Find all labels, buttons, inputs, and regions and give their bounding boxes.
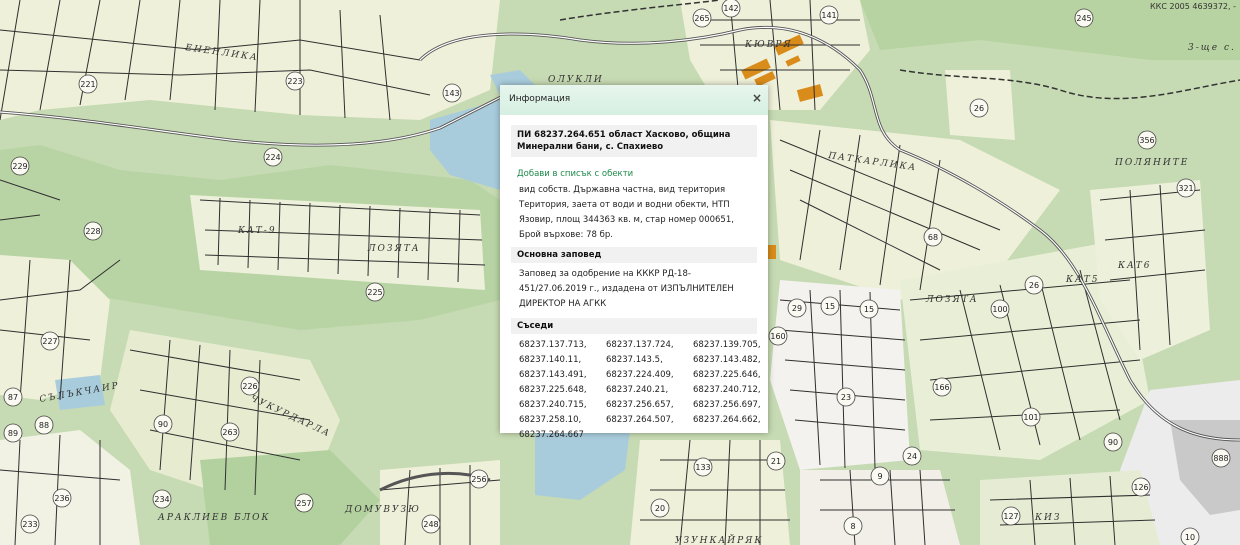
parcel-number: 166 (934, 383, 949, 392)
parcel-number: 23 (841, 393, 851, 402)
parcel-description: вид собств. Държавна частна, вид територ… (519, 185, 734, 240)
parcel-number: 265 (694, 14, 709, 23)
parcel-number: 226 (242, 382, 257, 391)
parcel-number: 90 (158, 420, 168, 429)
neighbor-parcel-id: 68237.143.482, (693, 355, 761, 365)
popup-title: Информация (509, 94, 571, 104)
parcel-number: 223 (287, 77, 302, 86)
locality-label: КАТ-9 (237, 226, 277, 236)
parcel-number: 88 (39, 421, 49, 430)
parcel-number: 225 (367, 288, 382, 297)
parcel-number: 248 (423, 520, 438, 529)
locality-label: ПОЛЯНИТЕ (1114, 158, 1189, 168)
neighbor-parcel-id: 68237.256.697, (693, 400, 761, 410)
parcel-number: 89 (8, 429, 18, 438)
parcel-number: 8 (850, 522, 855, 531)
neighbor-parcel-id: 68237.137.724, (606, 340, 674, 350)
locality-label: ЛОЗЯТА (925, 295, 979, 305)
neighbor-parcel-id: 68237.140.11, (519, 355, 582, 365)
neighbor-parcel-id: 68237.143.491, (519, 370, 587, 380)
neighbor-parcel-id: 68237.224.409, (606, 370, 674, 380)
parcel-number: 245 (1076, 14, 1091, 23)
parcel-number: 888 (1213, 454, 1228, 463)
parcel-number: 29 (792, 304, 802, 313)
parcel-number: 26 (1029, 281, 1039, 290)
parcel-number: 15 (825, 302, 835, 311)
locality-label: ДОМУВУЗЮ (344, 505, 421, 515)
neighbor-parcel-id: 68237.240.21, (606, 385, 669, 395)
neighbor-parcel-id: 68237.240.715, (519, 400, 587, 410)
parcel-number: 133 (695, 463, 710, 472)
parcel-number: 87 (8, 393, 18, 402)
locality-label: 3-ще с. СПАХ (1188, 43, 1240, 53)
neighbors-heading: Съседи (511, 318, 757, 334)
neighbor-parcel-id: 68237.137.713, (519, 340, 587, 350)
info-popup: Информация × ПИ 68237.264.651 област Хас… (500, 85, 768, 440)
order-heading: Основна заповед (511, 247, 757, 263)
neighbor-parcel-id: 68237.264.667 (519, 430, 584, 440)
parcel-number: 221 (80, 80, 95, 89)
parcel-number: 15 (864, 305, 874, 314)
parcel-number: 141 (821, 11, 836, 20)
parcel-number: 21 (771, 457, 781, 466)
parcel-number: 356 (1139, 136, 1154, 145)
parcel-number: 126 (1133, 483, 1148, 492)
parcel-number: 257 (296, 499, 311, 508)
add-to-list-link[interactable]: Добави в списък с обекти (517, 169, 757, 179)
parcel-number: 228 (85, 227, 100, 236)
parcel-number: 256 (471, 475, 486, 484)
parcel-number: 20 (655, 504, 665, 513)
neighbor-parcel-id: 68237.139.705, (693, 340, 761, 350)
neighbor-parcel-id: 68237.264.507, (606, 415, 674, 425)
neighbor-parcel-id: 68237.225.648, (519, 385, 587, 395)
parcel-number: 127 (1003, 512, 1018, 521)
locality-label: КИЗ (1034, 513, 1061, 523)
parcel-number: 142 (723, 4, 738, 13)
locality-label: КАТ5 (1065, 275, 1100, 285)
parcel-title: ПИ 68237.264.651 област Хасково, община … (511, 125, 757, 157)
parcel-number: 26 (974, 104, 984, 113)
locality-label: КАТ6 (1117, 261, 1152, 271)
locality-label: ОЛУКЛИ (548, 75, 604, 85)
close-icon[interactable]: × (752, 91, 762, 105)
neighbor-parcel-id: 68237.240.712, (693, 385, 761, 395)
locality-label: КЮВРЯ (744, 40, 793, 50)
neighbor-parcel-id: 68237.143.5, (606, 355, 663, 365)
parcel-number: 24 (907, 452, 917, 461)
locality-label: УЗУНКАЙРЯК (675, 534, 763, 545)
order-text: Заповед за одобрение на КККР РД-18-451/2… (519, 269, 734, 309)
parcel-number: 321 (1178, 184, 1193, 193)
locality-label: АРАКЛИЕВ БЛОК (157, 513, 271, 523)
parcel-number: 229 (12, 162, 27, 171)
parcel-number: 263 (222, 428, 237, 437)
neighbor-parcel-id: 68237.256.657, (606, 400, 674, 410)
parcel-number: 101 (1023, 413, 1038, 422)
parcel-number: 10 (1185, 533, 1195, 542)
popup-header: Информация × (500, 85, 768, 115)
parcel-number: 236 (54, 494, 69, 503)
coordinate-system-readout: ККС 2005 4639372, - (1150, 2, 1236, 11)
parcel-number: 233 (22, 520, 37, 529)
parcel-number: 224 (265, 153, 280, 162)
locality-label: ЛОЗЯТА (367, 244, 421, 254)
parcel-number: 100 (992, 305, 1007, 314)
parcel-number: 68 (928, 233, 938, 242)
parcel-number: 9 (877, 472, 882, 481)
neighbor-parcel-id: 68237.225.646, (693, 370, 761, 380)
parcel-number: 90 (1108, 438, 1118, 447)
popup-body: ПИ 68237.264.651 област Хасково, община … (500, 115, 768, 443)
neighbor-parcel-id: 68237.264.662, (693, 415, 761, 425)
parcel-number: 143 (444, 89, 459, 98)
neighbors-list: 68237.137.713, 68237.137.724, 68237.139.70… (511, 334, 761, 443)
neighbor-parcel-id: 68237.258.10, (519, 415, 582, 425)
parcel-number: 234 (154, 495, 169, 504)
parcel-number: 227 (42, 337, 57, 346)
